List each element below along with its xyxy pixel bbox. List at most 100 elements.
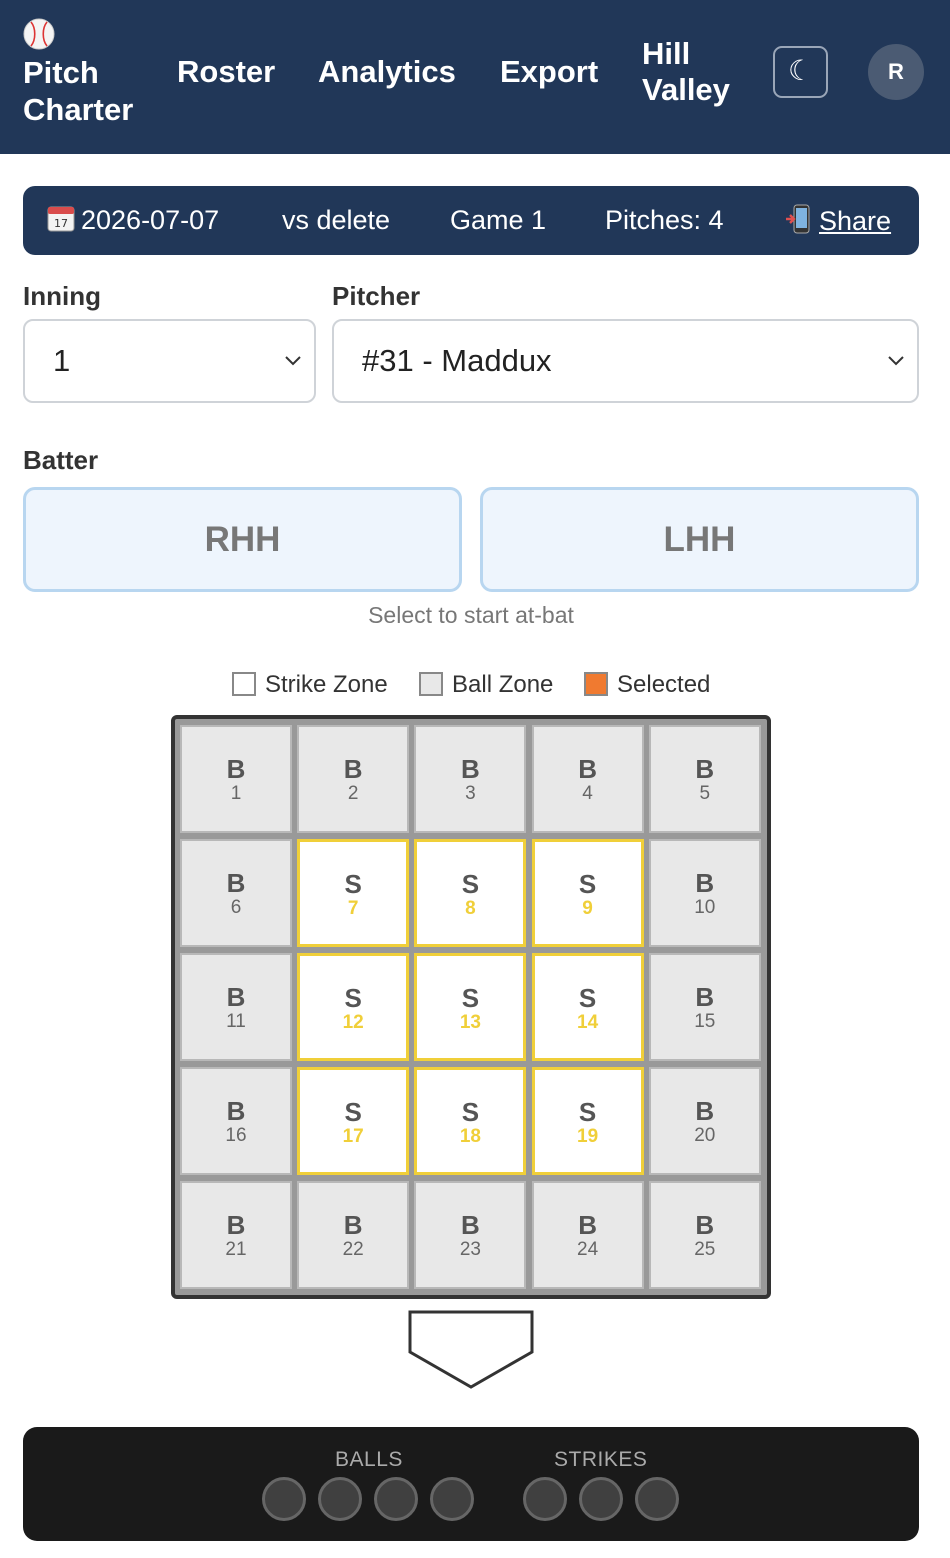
zone-type: B [226, 868, 246, 898]
pitcher-select[interactable]: #31 - Maddux [332, 319, 919, 403]
chevron-down-icon [285, 356, 301, 366]
zone-cell-23[interactable]: B 23 [414, 1181, 527, 1289]
inning-select[interactable]: 1 [23, 319, 316, 403]
zone-number: 11 [226, 1011, 246, 1032]
zone-number: 4 [582, 783, 593, 804]
zone-number: 21 [225, 1239, 247, 1260]
brand-name: Pitch Charter [23, 55, 134, 127]
zone-number: 14 [577, 1012, 599, 1033]
zone-type: B [578, 754, 597, 784]
pitcher-value: #31 - Maddux [362, 343, 552, 378]
pitcher-label: Pitcher [332, 281, 421, 311]
zone-number: 3 [465, 783, 476, 804]
zone-number: 19 [577, 1126, 599, 1147]
legend-label: Strike Zone [265, 671, 388, 698]
zone-cell-1[interactable]: B1 [180, 725, 292, 833]
zone-type: B [461, 754, 480, 784]
zone-cell-7[interactable]: S7 [297, 839, 410, 947]
zone-number: 13 [459, 1012, 481, 1033]
zone-cell-11[interactable]: B 11 [180, 953, 292, 1061]
zone-cell-19[interactable]: S 19 [531, 1067, 644, 1175]
zone-type: B [226, 754, 246, 784]
nav-roster[interactable]: Roster [177, 54, 275, 90]
pitch-zone-grid: B 1 B 2 B 3 B 4 B 5 B 6 S 7 S 8 S 9 B 10 B 11 S 12 S 13 S 14 B 15 B 16 S… [171, 715, 771, 1299]
zone-number: 10 [694, 897, 716, 918]
zone-cell-13[interactable]: S 13 [414, 953, 527, 1061]
zone-type: S [578, 1097, 597, 1127]
zone-type: S [578, 983, 597, 1013]
zone-number: 24 [577, 1239, 599, 1260]
zone-number: 23 [459, 1239, 481, 1260]
svg-text:17: 17 [54, 217, 68, 230]
zone-cell-9[interactable]: S9 [531, 839, 644, 947]
chevron-down-icon [888, 356, 904, 366]
zone-cell-24[interactable]: B 24 [531, 1181, 644, 1289]
brand[interactable]: Pitch Charter [23, 18, 153, 128]
batter-hint: Select to start at-bat [368, 602, 574, 628]
zone-type: B [695, 1210, 715, 1240]
zone-number: 1 [230, 783, 242, 804]
zone-type: B [695, 1096, 715, 1126]
zone-number: 18 [459, 1126, 481, 1147]
zone-type: B [695, 868, 715, 898]
zone-cell-4[interactable]: B4 [531, 725, 644, 833]
zone-type: S [461, 1097, 480, 1127]
zone-cell-8[interactable]: S8 [414, 839, 527, 947]
baseball-icon [23, 18, 55, 50]
avatar[interactable]: R [868, 44, 924, 100]
zone-type: B [226, 1210, 246, 1240]
zone-number: 15 [694, 1011, 716, 1032]
zone-cell-2[interactable]: B2 [297, 725, 410, 833]
zone-cell-3[interactable]: B3 [414, 725, 527, 833]
zone-number: 17 [342, 1126, 364, 1147]
zone-number: 20 [694, 1125, 716, 1146]
swatch-icon [584, 672, 608, 696]
zone-number: 7 [347, 898, 359, 919]
zone-cell-21[interactable]: B 21 [180, 1181, 292, 1289]
zone-number: 12 [342, 1012, 364, 1033]
share-link[interactable]: Share [785, 204, 891, 237]
legend-label: Selected [617, 671, 711, 698]
zone-number: 6 [230, 897, 242, 918]
inning-label: Inning [23, 281, 101, 311]
legend-label: Ball Zone [452, 671, 554, 698]
batter-lhh-button[interactable]: LHH [480, 487, 919, 592]
inning-value: 1 [53, 343, 71, 378]
zone-cell-14[interactable]: S 14 [531, 953, 644, 1061]
zone-cell-10[interactable]: B 10 [648, 839, 761, 947]
zone-cell-18[interactable]: S 18 [414, 1067, 527, 1175]
ball-indicator [318, 1477, 362, 1521]
zone-cell-17[interactable]: S 17 [297, 1067, 410, 1175]
zone-number: 5 [699, 783, 711, 804]
zone-cell-6[interactable]: B6 [180, 839, 292, 947]
count-panel: BALLS STRIKES [23, 1427, 919, 1541]
strike-indicator [523, 1477, 567, 1521]
zone-cell-16[interactable]: B 16 [180, 1067, 292, 1175]
nav-analytics[interactable]: Analytics [318, 54, 456, 90]
moon-icon: ☾ [787, 55, 814, 86]
zone-cell-12[interactable]: S 12 [297, 953, 410, 1061]
zone-cell-5[interactable]: B5 [648, 725, 761, 833]
zone-cell-15[interactable]: B 15 [648, 953, 761, 1061]
ball-indicator [262, 1477, 306, 1521]
team-name[interactable]: Hill Valley [642, 36, 752, 108]
game-opponent: vs delete [282, 205, 391, 235]
theme-toggle-button[interactable]: ☾ [773, 46, 828, 98]
zone-cell-22[interactable]: B 22 [297, 1181, 410, 1289]
zone-number: 8 [465, 898, 476, 919]
swatch-icon [232, 672, 256, 696]
zone-cell-20[interactable]: B 20 [648, 1067, 761, 1175]
zone-type: S [461, 983, 480, 1013]
pitch-count: Pitches: 4 [605, 205, 724, 235]
zone-type: B [695, 982, 715, 1012]
zone-number: 16 [225, 1125, 247, 1146]
nav-export[interactable]: Export [500, 54, 598, 90]
zone-type: B [343, 1210, 363, 1240]
legend-strike-zone: Strike Zone [232, 670, 388, 700]
home-plate-icon [408, 1310, 534, 1389]
batter-rhh-button[interactable]: RHH [23, 487, 462, 592]
zone-cell-25[interactable]: B 25 [648, 1181, 761, 1289]
zone-type: B [226, 982, 246, 1012]
balls-label: BALLS [335, 1448, 403, 1471]
game-date-text: 2026-07-07 [81, 205, 220, 235]
